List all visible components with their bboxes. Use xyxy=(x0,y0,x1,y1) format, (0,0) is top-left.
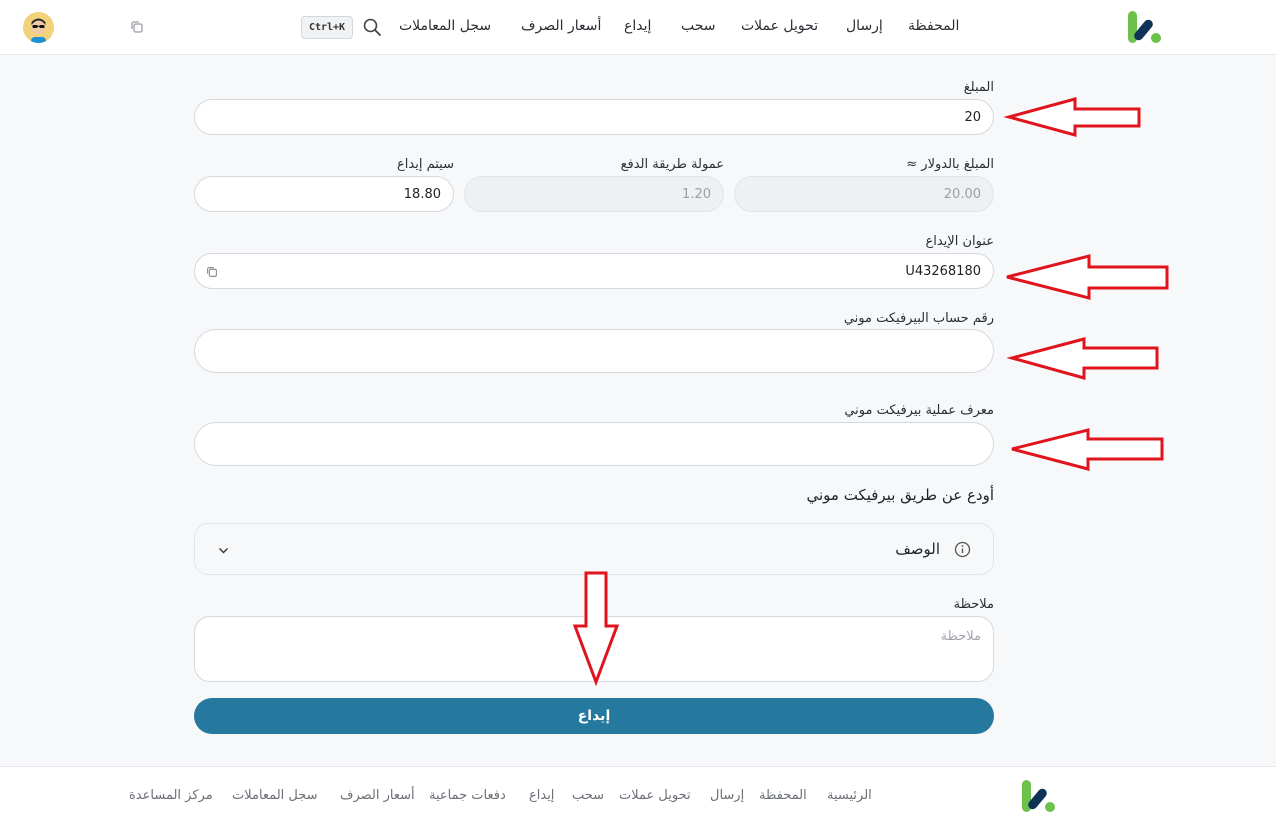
pm-account-label: رقم حساب البيرفيكت موني xyxy=(843,311,994,326)
info-icon xyxy=(954,541,971,558)
nav-wallet[interactable]: المحفظة xyxy=(908,18,959,34)
usd-amount-field xyxy=(734,176,994,212)
description-accordion[interactable]: الوصف xyxy=(194,523,994,575)
brand-logo-icon[interactable] xyxy=(1020,778,1058,814)
nav-rates[interactable]: أسعار الصرف xyxy=(521,18,601,34)
search-shortcut-badge[interactable]: Ctrl+K xyxy=(301,16,353,39)
avatar-illustration xyxy=(23,12,54,43)
deposit-submit-button[interactable]: إيداع xyxy=(194,698,994,734)
annotation-arrow-left xyxy=(1011,428,1164,471)
nav-deposit[interactable]: إيداع xyxy=(624,18,651,34)
nav-send[interactable]: إرسال xyxy=(846,18,883,34)
deposit-address-label: عنوان الإيداع xyxy=(925,234,994,249)
footer-link-withdraw[interactable]: سحب xyxy=(572,788,604,803)
annotation-arrow-left xyxy=(1006,254,1169,300)
top-navbar: المحفظة إرسال تحويل عملات سحب إيداع أسعا… xyxy=(0,0,1276,55)
note-label: ملاحظة xyxy=(953,597,994,612)
nav-exchange[interactable]: تحويل عملات xyxy=(741,18,818,34)
footer-link-wallet[interactable]: المحفظة xyxy=(759,788,807,803)
chevron-down-icon xyxy=(219,548,228,554)
brand-logo-icon[interactable] xyxy=(1126,9,1164,45)
copy-icon[interactable] xyxy=(129,19,145,35)
section-title: أودع عن طريق بيرفيكت موني xyxy=(806,486,994,504)
nav-history[interactable]: سجل المعاملات xyxy=(399,18,491,34)
footer-link-help-center[interactable]: مركز المساعدة xyxy=(129,788,213,803)
annotation-arrow-left xyxy=(1006,337,1159,380)
footer-link-send[interactable]: إرسال xyxy=(710,788,744,803)
footer-link-history[interactable]: سجل المعاملات xyxy=(232,788,318,803)
annotation-arrow-down xyxy=(572,571,620,687)
amount-input[interactable] xyxy=(194,99,994,135)
fee-field xyxy=(464,176,724,212)
footer-link-deposit[interactable]: إيداع xyxy=(529,788,554,803)
nav-withdraw[interactable]: سحب xyxy=(681,18,716,34)
footer-link-rates[interactable]: أسعار الصرف xyxy=(340,788,415,803)
user-avatar[interactable] xyxy=(23,12,54,43)
usd-amount-label: المبلغ بالدولار ≈ xyxy=(906,157,994,172)
search-icon[interactable] xyxy=(362,17,382,37)
deposit-amount-label: سيتم إيداع xyxy=(397,157,454,172)
accordion-title: الوصف xyxy=(895,540,940,558)
annotation-arrow-left xyxy=(1003,97,1141,137)
footer-link-home[interactable]: الرئيسية xyxy=(827,788,872,803)
deposit-amount-field[interactable] xyxy=(194,176,454,212)
pm-transaction-id-input[interactable] xyxy=(194,422,994,466)
amount-label: المبلغ xyxy=(963,80,994,95)
copy-address-icon[interactable] xyxy=(205,265,219,279)
footer-link-exchange[interactable]: تحويل عملات xyxy=(619,788,691,803)
pm-transaction-id-label: معرف عملية بيرفيكت موني xyxy=(844,403,994,418)
pm-account-input[interactable] xyxy=(194,329,994,373)
deposit-address-field[interactable] xyxy=(194,253,994,289)
fee-label: عمولة طريقة الدفع xyxy=(620,157,724,172)
footer-link-mass-payments[interactable]: دفعات جماعية xyxy=(429,788,506,803)
